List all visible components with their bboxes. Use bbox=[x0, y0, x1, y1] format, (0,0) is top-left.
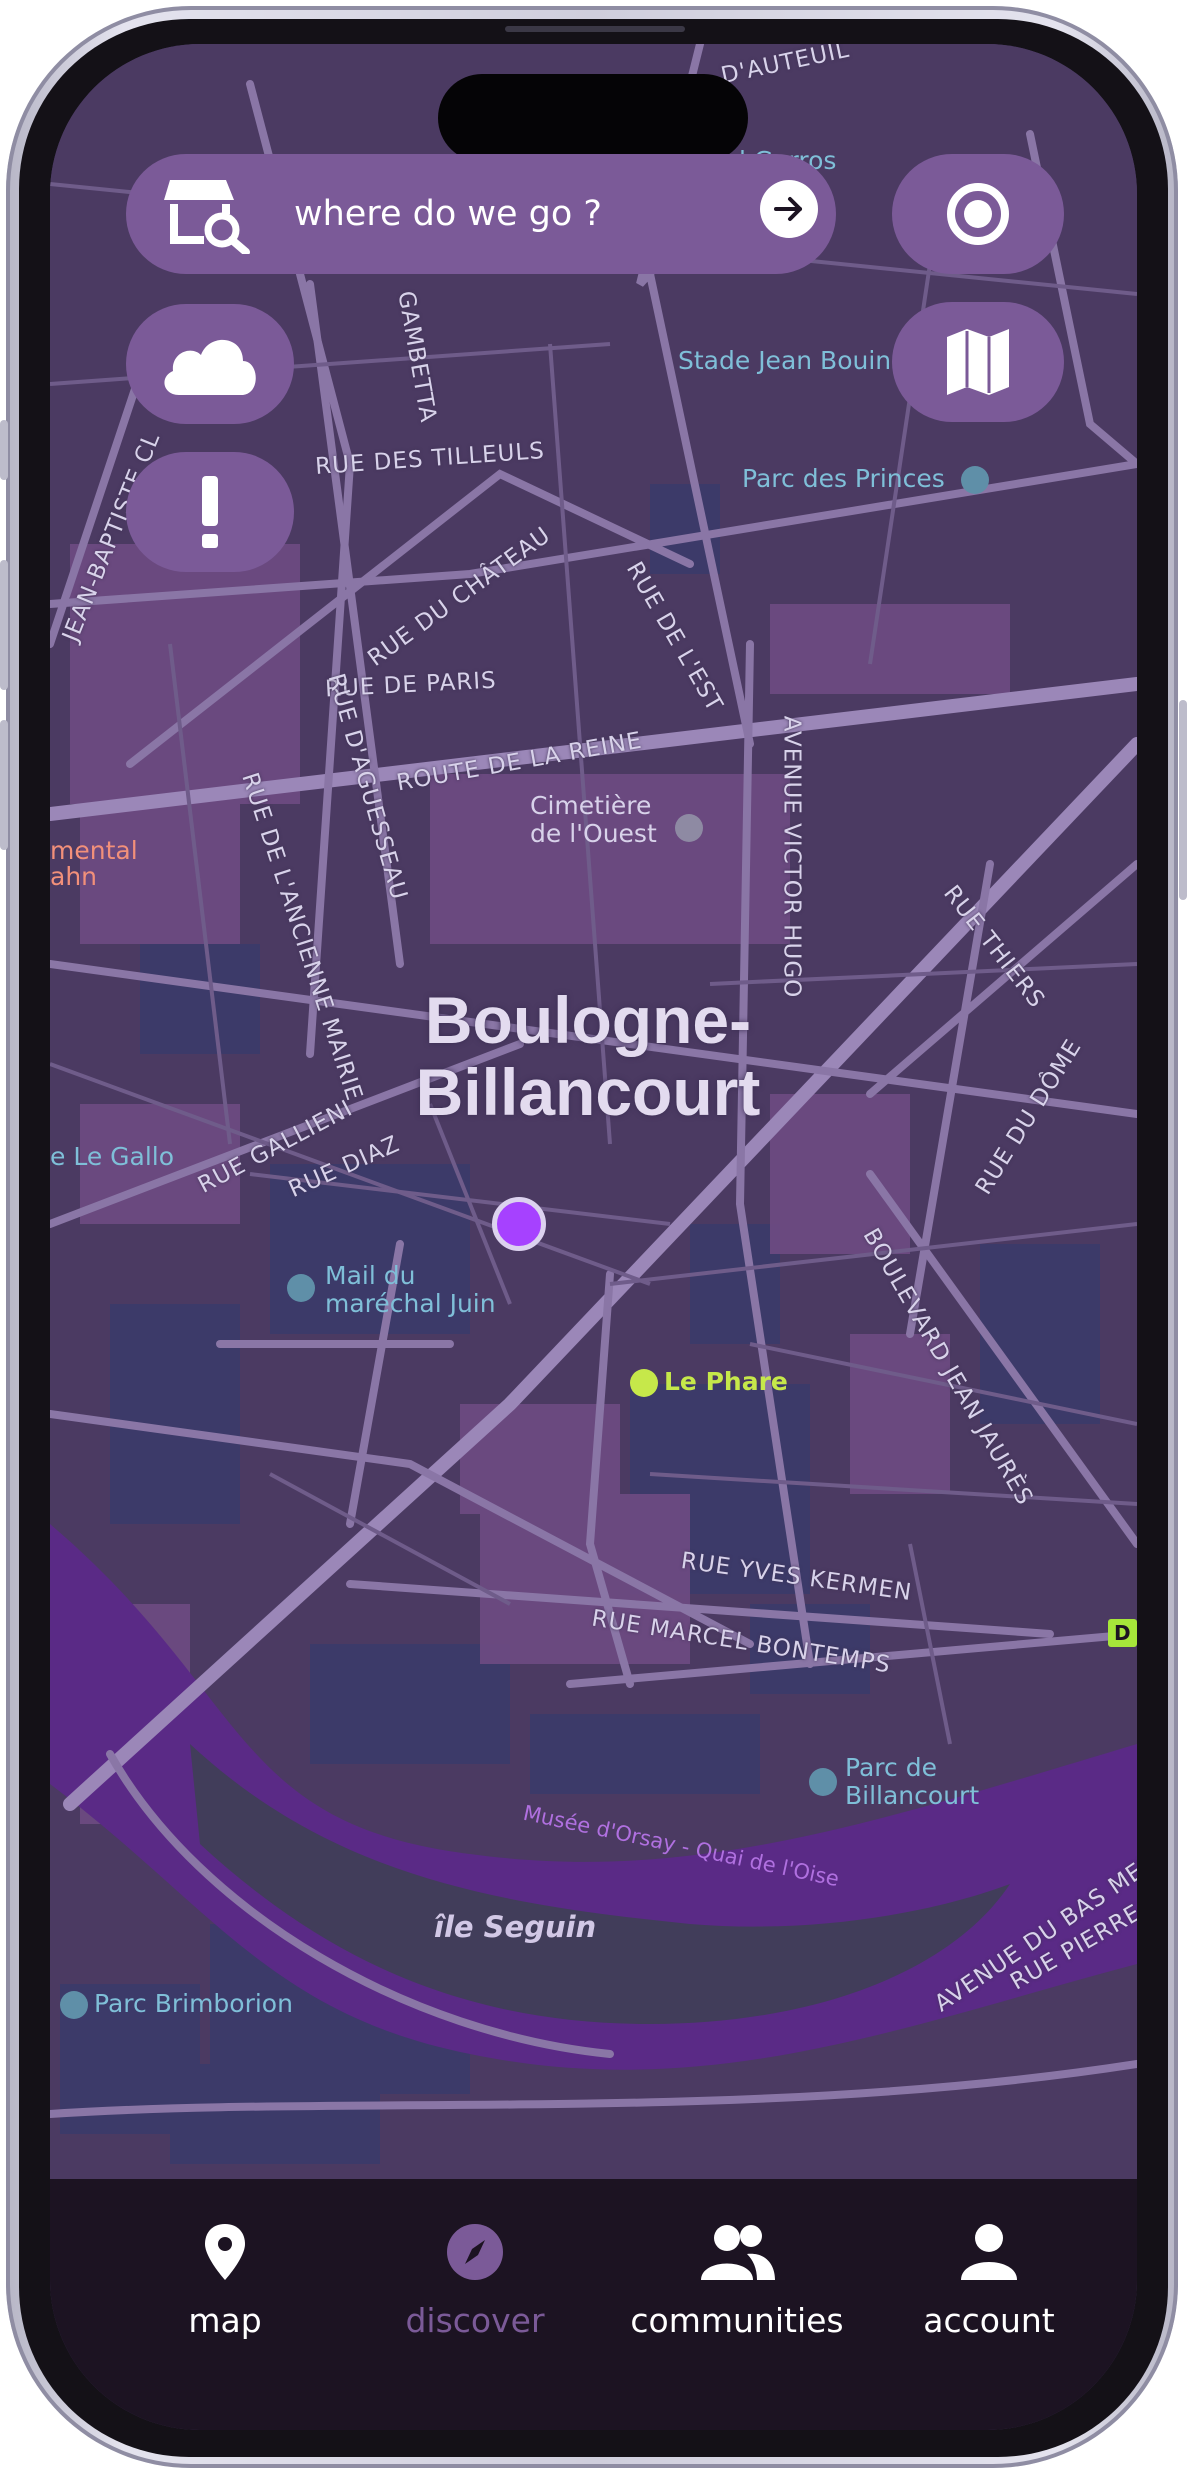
road-badge: D bbox=[1108, 1619, 1137, 1647]
dynamic-island bbox=[438, 74, 748, 162]
place-name: Parc Brimborion bbox=[94, 1989, 293, 2018]
power-button bbox=[1179, 700, 1187, 900]
nav-label: map bbox=[188, 2301, 262, 2340]
nav-map[interactable]: map bbox=[170, 2219, 280, 2340]
place-name: ahn bbox=[50, 862, 98, 891]
street-label: AVENUE VICTOR HUGO bbox=[778, 715, 805, 999]
place-name: Billancourt bbox=[845, 1781, 980, 1810]
mute-switch bbox=[0, 420, 8, 480]
weather-button[interactable] bbox=[126, 304, 294, 424]
earpiece-speaker bbox=[505, 26, 685, 32]
city-label-line: Boulogne- bbox=[424, 983, 752, 1057]
volume-down-button bbox=[0, 720, 8, 850]
map-style-button[interactable] bbox=[892, 302, 1064, 422]
nav-communities[interactable]: communities bbox=[622, 2219, 852, 2340]
screen: D'AUTEUIL GAMBETTA RUE DES TILLEULS RUE … bbox=[50, 44, 1137, 2430]
bottom-nav: map discover communities account bbox=[50, 2179, 1137, 2430]
island-label: île Seguin bbox=[434, 1910, 597, 1944]
place-name: Cimetière bbox=[530, 791, 652, 820]
cloud-icon bbox=[164, 339, 256, 395]
park-place[interactable]: Parc de Billancourt bbox=[809, 1753, 980, 1810]
search-bar[interactable]: where do we go ? bbox=[126, 154, 836, 274]
search-go-button[interactable] bbox=[760, 180, 818, 238]
place-label: Stade Jean Bouin bbox=[678, 346, 892, 375]
store-search-icon bbox=[164, 180, 250, 254]
place-name: mental bbox=[50, 836, 138, 865]
place-name: Parc des Princes bbox=[742, 464, 945, 493]
city-label-line: Billancourt bbox=[415, 1055, 761, 1129]
tree-icon bbox=[60, 1991, 88, 2019]
nav-discover[interactable]: discover bbox=[390, 2219, 560, 2340]
map-pin-icon bbox=[205, 2224, 245, 2280]
nav-label: account bbox=[923, 2301, 1055, 2340]
alert-icon bbox=[202, 476, 218, 548]
nav-label: communities bbox=[630, 2301, 844, 2340]
search-input[interactable]: where do we go ? bbox=[294, 194, 602, 234]
tree-icon bbox=[809, 1768, 837, 1796]
target-icon bbox=[947, 183, 1009, 245]
stadium-icon bbox=[960, 466, 989, 494]
map-icon bbox=[947, 329, 1009, 395]
place-name: Parc de bbox=[845, 1753, 937, 1782]
city-label: Boulogne- Billancourt bbox=[368, 984, 808, 1128]
user-location-dot[interactable] bbox=[492, 1197, 546, 1251]
tree-icon bbox=[287, 1274, 315, 1302]
place-name: de l'Ouest bbox=[530, 819, 657, 848]
nav-account[interactable]: account bbox=[914, 2219, 1064, 2340]
restaurant-icon bbox=[630, 1369, 658, 1397]
restaurant-place[interactable]: Le Phare bbox=[630, 1367, 788, 1397]
compass-icon bbox=[447, 2224, 503, 2280]
cemetery-icon bbox=[675, 814, 703, 842]
alert-button[interactable] bbox=[126, 452, 294, 572]
park-place[interactable]: Parc Brimborion bbox=[60, 1989, 293, 2019]
place-label: mental ahn bbox=[50, 838, 138, 890]
arrow-right-icon bbox=[774, 197, 802, 221]
person-icon bbox=[961, 2224, 1017, 2280]
volume-up-button bbox=[0, 560, 8, 690]
place-label[interactable]: Parc des Princes bbox=[742, 464, 995, 494]
recenter-button[interactable] bbox=[892, 154, 1064, 274]
place-label: e Le Gallo bbox=[50, 1142, 175, 1171]
cemetery-place[interactable]: Cimetière de l'Ouest bbox=[530, 791, 703, 848]
place-name: Mail du bbox=[325, 1261, 416, 1290]
place-name: maréchal Juin bbox=[325, 1289, 496, 1318]
place-name: Le Phare bbox=[664, 1367, 788, 1396]
users-icon bbox=[701, 2225, 775, 2280]
nav-label: discover bbox=[405, 2301, 545, 2340]
park-place[interactable]: Mail du maréchal Juin bbox=[287, 1261, 496, 1318]
